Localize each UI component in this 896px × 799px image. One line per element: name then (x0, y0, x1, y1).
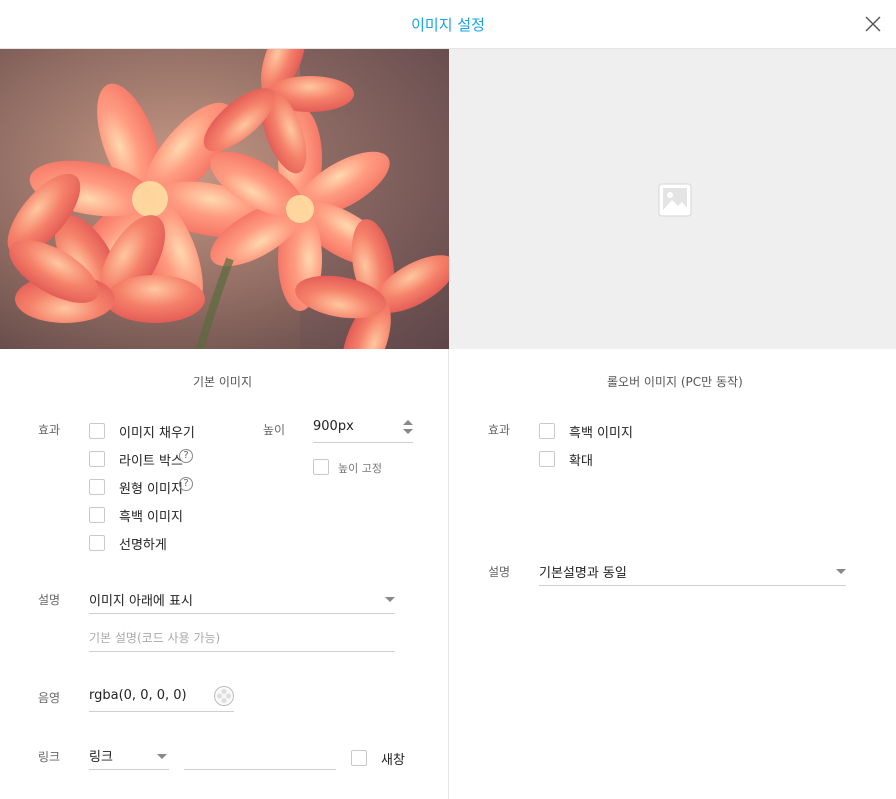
fix-height-checkbox[interactable] (313, 459, 329, 475)
height-label: 높이 (263, 423, 286, 437)
image-icon (658, 183, 692, 217)
new-window-label: 새창 (381, 753, 405, 768)
height-value: 900px (313, 419, 354, 434)
rollover-desc-value: 기본설명과 동일 (539, 566, 627, 581)
rollover-zoom-checkbox[interactable] (539, 451, 555, 467)
effect-grayscale-label: 흑백 이미지 (119, 510, 183, 525)
shadow-color-input[interactable]: rgba(0, 0, 0, 0) (89, 682, 234, 712)
rollover-grayscale-label: 흑백 이미지 (569, 426, 633, 441)
link-url-input[interactable] (184, 740, 336, 770)
effect-sharpen-label: 선명하게 (119, 538, 167, 553)
basic-effect-label: 효과 (38, 423, 61, 437)
link-type-value: 링크 (89, 750, 113, 765)
rollover-image-preview[interactable] (449, 49, 896, 349)
effect-circle-label: 원형 이미지 (119, 482, 183, 497)
palette-icon[interactable] (214, 686, 234, 706)
effect-lightbox-label: 라이트 박스 (119, 454, 183, 469)
circle-help-icon[interactable]: ? (179, 477, 193, 491)
rollover-section-title: 롤오버 이미지 (PC만 동작) (607, 375, 743, 389)
effect-circle-checkbox[interactable] (89, 479, 105, 495)
new-window-checkbox[interactable] (351, 750, 367, 766)
height-input[interactable]: 900px (313, 413, 413, 443)
basic-image-preview[interactable] (0, 49, 449, 349)
shadow-color-value: rgba(0, 0, 0, 0) (89, 688, 187, 703)
rollover-desc-select[interactable]: 기본설명과 동일 (539, 556, 846, 586)
dialog-title: 이미지 설정 (411, 16, 485, 34)
desc-input[interactable]: 기본 설명(코드 사용 가능) (89, 622, 395, 652)
dialog-header: 이미지 설정 (0, 0, 896, 49)
desc-position-value: 이미지 아래에 표시 (89, 594, 193, 609)
column-divider (448, 349, 449, 799)
rollover-desc-label: 설명 (488, 565, 511, 579)
desc-placeholder: 기본 설명(코드 사용 가능) (89, 631, 221, 645)
effect-grayscale-checkbox[interactable] (89, 507, 105, 523)
chevron-down-icon (385, 597, 395, 602)
link-type-select[interactable]: 링크 (89, 740, 169, 770)
lightbox-help-icon[interactable]: ? (179, 449, 193, 463)
link-label: 링크 (38, 750, 61, 764)
close-icon[interactable] (864, 15, 882, 33)
fix-height-label: 높이 고정 (338, 462, 382, 475)
basic-section-title: 기본 이미지 (193, 375, 253, 389)
effect-fill-checkbox[interactable] (89, 423, 105, 439)
desc-position-select[interactable]: 이미지 아래에 표시 (89, 584, 395, 614)
rollover-zoom-label: 확대 (569, 454, 593, 469)
rollover-effect-label: 효과 (488, 423, 511, 437)
chevron-down-icon (836, 569, 846, 574)
rollover-grayscale-checkbox[interactable] (539, 423, 555, 439)
effect-lightbox-checkbox[interactable] (89, 451, 105, 467)
basic-desc-label: 설명 (38, 593, 61, 607)
height-stepper-icon[interactable] (403, 420, 413, 436)
flower-photo (0, 49, 449, 349)
chevron-down-icon (157, 754, 167, 759)
effect-sharpen-checkbox[interactable] (89, 535, 105, 551)
shadow-label: 음영 (38, 691, 61, 705)
effect-fill-label: 이미지 채우기 (119, 426, 195, 441)
